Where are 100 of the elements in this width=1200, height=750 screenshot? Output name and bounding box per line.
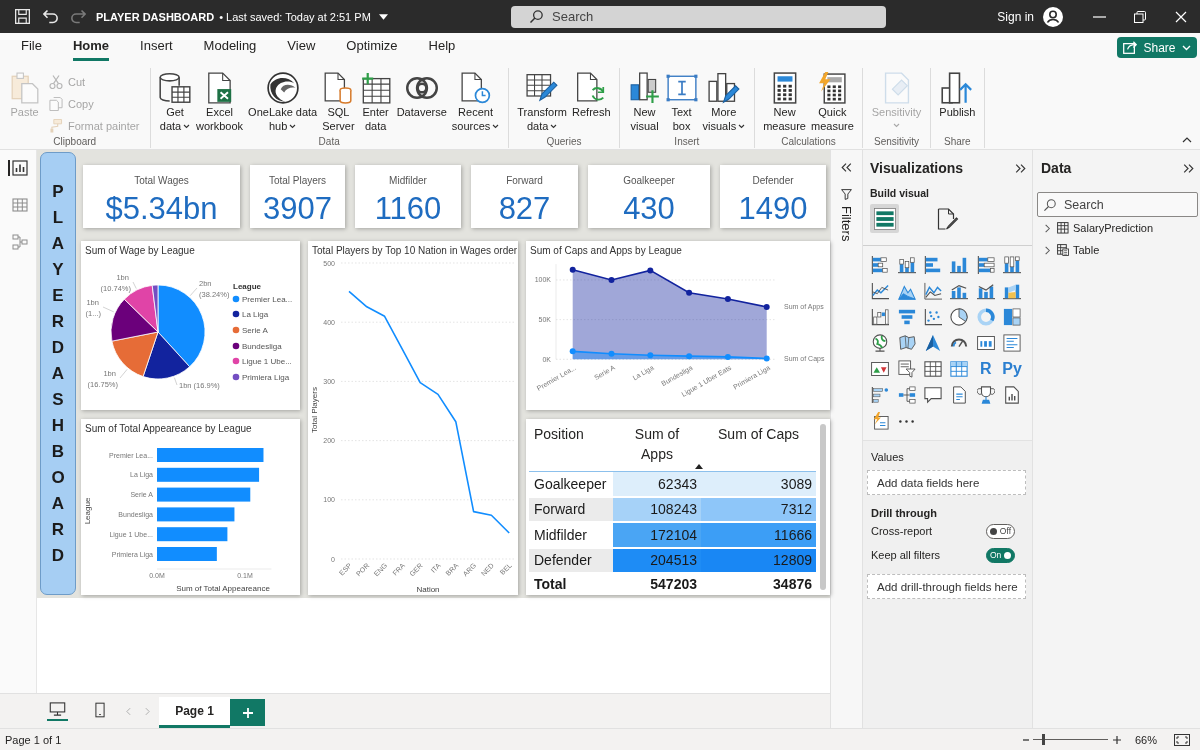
double-chevron-left-icon[interactable]: [841, 163, 852, 172]
ribbon-button[interactable]: Refresh: [569, 72, 614, 119]
avatar-icon[interactable]: [1043, 6, 1063, 27]
column-header[interactable]: Sum of Caps: [701, 424, 816, 471]
chevron-right-icon[interactable]: [1045, 223, 1050, 233]
pie-slice[interactable]: [110, 298, 159, 342]
table-name[interactable]: SalaryPrediction: [1073, 222, 1154, 234]
menu-tab[interactable]: Home: [72, 33, 110, 61]
stacked-bar-chart-icon[interactable]: [976, 256, 995, 274]
column-line-chart-icon[interactable]: [950, 282, 969, 300]
ribbon-button[interactable]: Get data: [156, 72, 194, 133]
page-tab[interactable]: Page 1: [159, 697, 230, 728]
fit-to-page-icon[interactable]: [1174, 733, 1190, 746]
menu-tab[interactable]: Help: [428, 33, 456, 61]
search-field[interactable]: Search: [511, 5, 886, 28]
trophy-icon[interactable]: [976, 386, 995, 404]
legend-label[interactable]: Bundesliga: [242, 342, 282, 351]
pie-slice[interactable]: [151, 284, 159, 333]
ribbon-button[interactable]: Transform data: [514, 72, 570, 133]
stacked-column-chart-icon[interactable]: [1003, 256, 1022, 274]
map-icon[interactable]: [897, 334, 916, 352]
ribbon-button[interactable]: Text box: [663, 72, 701, 133]
legend-label[interactable]: Serie A: [242, 326, 268, 335]
desktop-view-button[interactable]: [47, 701, 68, 721]
toggle-switch[interactable]: On: [986, 547, 1015, 563]
table-name[interactable]: Table: [1073, 244, 1100, 256]
legend-label[interactable]: Premier Lea...: [242, 295, 293, 304]
lightning-card-icon[interactable]: [871, 412, 890, 430]
funnel-chart-icon[interactable]: [897, 308, 916, 326]
menu-tab[interactable]: Insert: [140, 33, 173, 61]
column-header[interactable]: Position: [529, 424, 613, 471]
menu-tab[interactable]: Optimize: [346, 33, 398, 61]
table-icon[interactable]: [923, 360, 942, 378]
ribbon-button[interactable]: SQL Server: [319, 72, 358, 133]
double-chevron-right-icon[interactable]: [1183, 163, 1194, 173]
column-line-chart-icon[interactable]: [976, 282, 995, 300]
decomposition-tree-icon[interactable]: [897, 386, 916, 404]
undo-icon[interactable]: [43, 9, 58, 24]
gauge-icon[interactable]: [950, 338, 969, 348]
slicer-icon[interactable]: [897, 360, 916, 378]
ribbon-button[interactable]: New measure: [760, 72, 809, 133]
ribbon-button[interactable]: Excel workbook: [193, 72, 246, 133]
menu-tab[interactable]: Modeling: [203, 33, 257, 61]
globe-icon[interactable]: [871, 334, 890, 352]
column-chart-icon[interactable]: [950, 256, 969, 274]
line-chart-icon[interactable]: [871, 282, 890, 300]
menu-tab[interactable]: File: [21, 33, 42, 61]
add-page-button[interactable]: [230, 699, 265, 726]
stacked-bar-chart-icon[interactable]: [871, 256, 890, 274]
minimize-icon[interactable]: [1093, 15, 1106, 18]
double-chevron-right-icon[interactable]: [1015, 163, 1026, 173]
multi-row-card-icon[interactable]: [1003, 334, 1022, 352]
save-icon[interactable]: [15, 9, 30, 24]
redo-icon[interactable]: [71, 9, 86, 24]
speech-bubble-icon[interactable]: [923, 386, 942, 404]
waterfall-chart-icon[interactable]: [871, 308, 890, 326]
scrollbar[interactable]: [820, 424, 826, 590]
legend-label[interactable]: Ligue 1 Ube...: [242, 357, 292, 366]
document-icon[interactable]: [950, 386, 969, 404]
scatter-chart-icon[interactable]: [923, 308, 942, 326]
pie-slice[interactable]: [142, 331, 191, 380]
filters-label[interactable]: Filters: [839, 206, 854, 242]
close-icon[interactable]: [1175, 10, 1187, 23]
ribbon-button[interactable]: More visuals: [700, 72, 748, 133]
ribbon-button[interactable]: Enter data: [357, 72, 395, 133]
pie-chart-icon[interactable]: [950, 308, 969, 326]
zoom-out-icon[interactable]: [1022, 738, 1029, 741]
restore-icon[interactable]: [1134, 10, 1146, 23]
treemap-icon[interactable]: [1003, 308, 1022, 326]
zoom-in-icon[interactable]: [1112, 735, 1121, 744]
line-chart-icon[interactable]: [923, 282, 942, 300]
report-view-icon[interactable]: [8, 160, 28, 176]
donut-chart-icon[interactable]: [976, 308, 995, 326]
caret-down-icon[interactable]: [378, 13, 388, 20]
ribbon-button[interactable]: OneLake data hub: [245, 72, 320, 133]
script-visual-button[interactable]: R: [972, 356, 999, 382]
build-visual-tab[interactable]: [870, 204, 899, 233]
ribbon-button[interactable]: Publish: [936, 72, 978, 119]
drop-field[interactable]: Add drill-through fields here: [867, 574, 1026, 599]
chevron-up-icon[interactable]: [1182, 137, 1192, 143]
toggle-switch[interactable]: Off: [986, 523, 1015, 539]
legend-label[interactable]: Primiera Liga: [242, 373, 290, 382]
matrix-icon[interactable]: [950, 360, 969, 378]
script-visual-button[interactable]: Py: [998, 356, 1026, 382]
legend-label[interactable]: La Liga: [242, 310, 269, 319]
ribbon-button[interactable]: Quick measure: [808, 72, 857, 133]
column-header[interactable]: Sum of Apps: [613, 424, 701, 471]
kpi-icon[interactable]: [871, 362, 890, 376]
ribbon-button[interactable]: New visual: [626, 72, 664, 133]
stacked-column-chart-icon[interactable]: [897, 256, 916, 274]
report-document-icon[interactable]: [1003, 386, 1022, 404]
slider-thumb[interactable]: [1041, 734, 1045, 745]
bar-chart-icon[interactable]: [923, 256, 942, 274]
share-button[interactable]: Share: [1117, 37, 1197, 58]
menu-tab[interactable]: View: [287, 33, 316, 61]
sign-in-button[interactable]: Sign in: [997, 9, 1034, 24]
key-influencers-icon[interactable]: [871, 386, 890, 404]
search-field[interactable]: Search: [1037, 192, 1198, 217]
card-icon[interactable]: [976, 336, 995, 350]
more-options-icon[interactable]: [899, 419, 915, 423]
